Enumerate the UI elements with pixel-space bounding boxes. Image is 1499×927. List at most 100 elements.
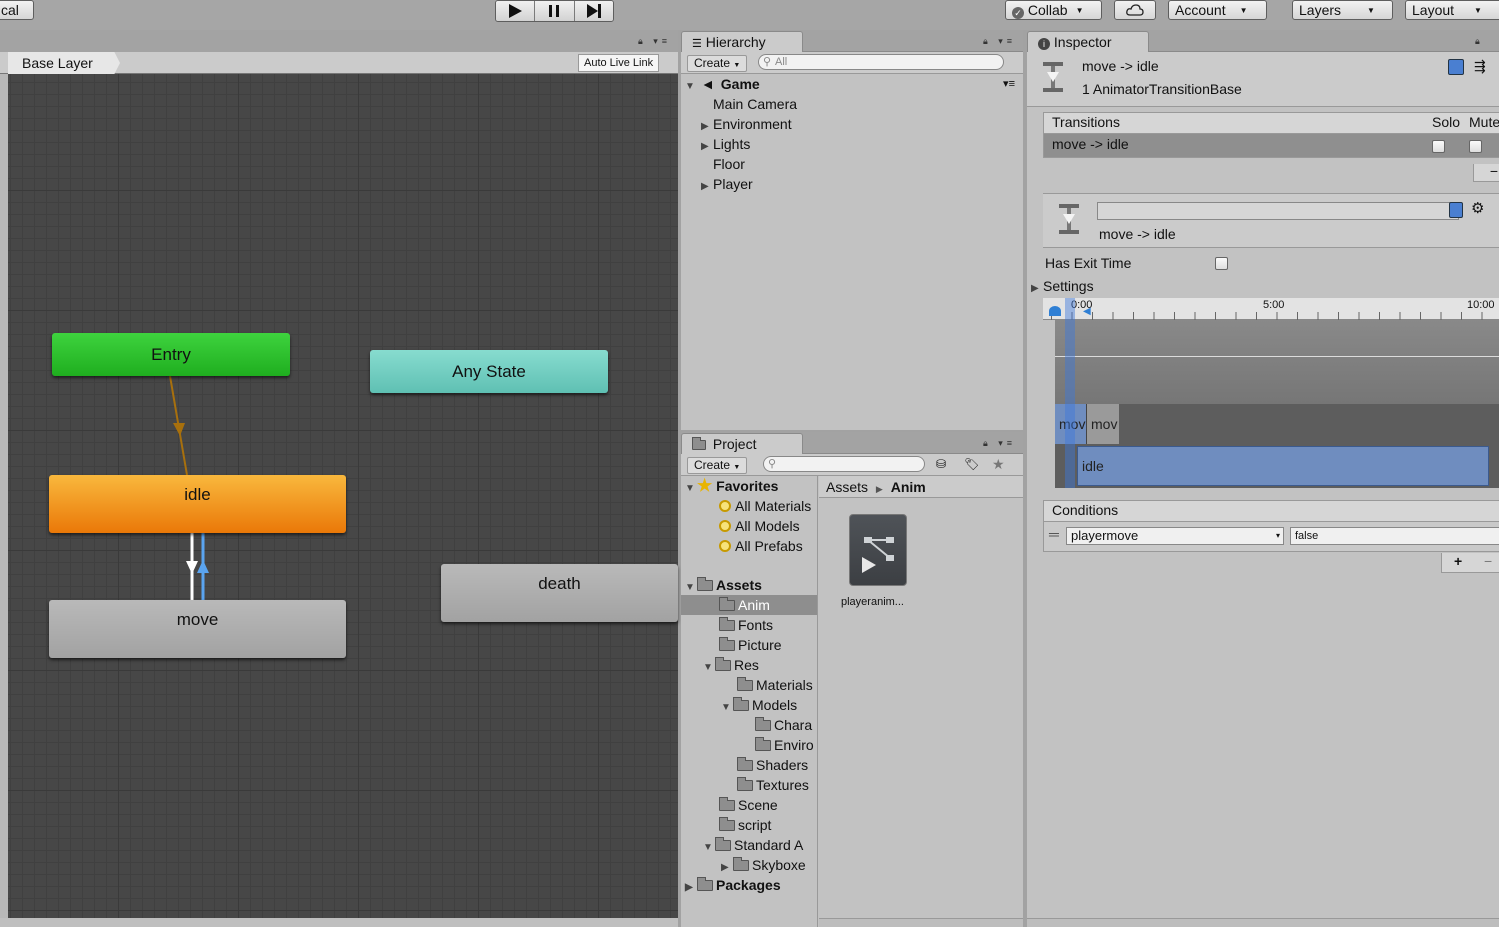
project-subbar: Create ▼ ⚲ ⛁ 🏷︎ ★ [681, 454, 1023, 476]
expand-arrow-icon: ▶ [701, 181, 709, 192]
has-exit-time-checkbox[interactable] [1215, 257, 1228, 270]
transition-timeline[interactable]: 0:00 5:00 10:00 ◀ mov mov idle [1043, 298, 1499, 488]
layout-dropdown[interactable]: Layout ▼ [1405, 0, 1499, 20]
asset-file-name[interactable]: playeranim... [841, 592, 904, 612]
clip-label: idle [1082, 458, 1104, 474]
folder-item-anim[interactable]: Anim [681, 595, 817, 615]
star-icon[interactable]: ★ [992, 456, 1005, 473]
folder-item[interactable]: Fonts [719, 615, 773, 635]
hierarchy-item-floor[interactable]: Floor [701, 154, 745, 174]
expand-arrow-icon: ▶ [685, 882, 693, 893]
add-condition-button[interactable]: + [1454, 553, 1462, 569]
favorite-label: All Materials [735, 498, 812, 514]
layers-dropdown[interactable]: Layers ▼ [1292, 0, 1393, 20]
expand-arrow-icon: ▼ [703, 842, 713, 853]
marker-end-icon[interactable]: ◀ [1083, 306, 1091, 317]
help-book-icon[interactable] [1449, 202, 1463, 218]
folder-label: Scene [738, 797, 778, 813]
folder-item[interactable]: Scene [719, 795, 778, 815]
lock-icon[interactable]: 🔒︎ ▾≡ [983, 438, 1016, 449]
cloud-icon [1126, 4, 1144, 16]
favorite-item[interactable]: All Materials [719, 496, 811, 516]
folder-item[interactable]: script [719, 815, 771, 835]
filter-type-icon[interactable]: ⛁ [936, 457, 946, 471]
condition-parameter-dropdown[interactable]: playermove ▾ [1066, 527, 1284, 545]
mute-checkbox[interactable] [1469, 140, 1482, 153]
folder-item[interactable]: ▼ Standard A [703, 835, 803, 855]
lock-icon[interactable]: 🔒︎ [1475, 36, 1484, 47]
marker-start-icon[interactable] [1049, 306, 1061, 316]
hierarchy-item-environment[interactable]: ▶ Environment [701, 114, 792, 134]
remove-condition-button[interactable]: − [1484, 553, 1492, 569]
project-create-button[interactable]: Create ▼ [687, 457, 748, 474]
hierarchy-subbar: Create ▼ ⚲ All [681, 52, 1023, 74]
cloud-button[interactable] [1114, 0, 1156, 20]
lock-icon[interactable]: 🔒︎ ▾≡ [983, 36, 1016, 47]
folder-icon [737, 677, 753, 691]
hierarchy-create-button[interactable]: Create ▼ [687, 55, 748, 72]
menu-icon[interactable]: ▾≡ [1003, 74, 1015, 94]
solo-label: Solo [1432, 114, 1461, 130]
folder-icon [755, 717, 771, 731]
folder-icon [719, 637, 735, 651]
folder-item[interactable]: Chara [755, 715, 812, 735]
folder-icon [719, 797, 735, 811]
help-book-icon[interactable] [1448, 59, 1464, 75]
chevron-down-icon: ▼ [733, 464, 741, 471]
folder-item[interactable]: Enviro [755, 735, 814, 755]
remove-transition-button[interactable]: − [1473, 164, 1499, 182]
tab-inspector[interactable]: i Inspector [1027, 31, 1149, 53]
favorites-row[interactable]: ▼ ★ Favorites [685, 476, 778, 496]
state-move[interactable]: move [49, 600, 346, 658]
target-clip[interactable]: idle [1077, 446, 1489, 486]
favorite-item[interactable]: All Models [719, 516, 800, 536]
state-any-state[interactable]: Any State [370, 350, 608, 393]
state-idle[interactable]: idle [49, 475, 346, 533]
folder-item[interactable]: Textures [737, 775, 809, 795]
inspector-window: i Inspector 🔒︎ move -> idle 1 AnimatorTr… [1027, 30, 1499, 927]
assets-row[interactable]: ▼ Assets [685, 575, 762, 595]
hierarchy-item-player[interactable]: ▶ Player [701, 174, 753, 194]
path-current[interactable]: Anim [891, 479, 926, 495]
folder-item[interactable]: ▼ Res [703, 655, 759, 675]
source-clip-repeat[interactable]: mov [1087, 404, 1119, 444]
hierarchy-item-lights[interactable]: ▶ Lights [701, 134, 750, 154]
search-placeholder: All [775, 56, 788, 68]
collab-button[interactable]: ✓ Collab ▼ [1005, 0, 1102, 20]
condition-value-dropdown[interactable]: false ⇕ [1290, 527, 1499, 545]
project-tabbar: Project 🔒︎ ▾≡ [681, 432, 1023, 455]
ruler-ticks [1043, 312, 1499, 320]
folder-item[interactable]: ▶ Skyboxe [721, 855, 806, 875]
favorite-item[interactable]: All Prefabs [719, 536, 803, 556]
tab-hierarchy[interactable]: ☰ Hierarchy [681, 31, 803, 53]
arrow-head-icon [197, 560, 209, 573]
animator-controller-asset[interactable] [849, 514, 907, 586]
transition-name-field[interactable] [1097, 202, 1459, 220]
state-death[interactable]: death [441, 564, 678, 622]
folder-item[interactable]: Picture [719, 635, 782, 655]
solo-checkbox[interactable] [1432, 140, 1445, 153]
preset-icon[interactable]: ⇶ [1474, 58, 1486, 75]
transition-row[interactable]: move -> idle [1043, 134, 1499, 158]
filter-label-icon[interactable]: 🏷︎ [964, 457, 979, 471]
hierarchy-item-main-camera[interactable]: Main Camera [701, 94, 797, 114]
hierarchy-search-input[interactable]: ⚲ All [758, 54, 1004, 70]
folder-item[interactable]: ▼ Models [721, 695, 797, 715]
scene-row[interactable]: ▼ ◄ Game ▾≡ [685, 74, 1021, 94]
folder-item[interactable]: Shaders [737, 755, 808, 775]
state-entry[interactable]: Entry [52, 333, 290, 376]
gear-icon[interactable]: ⚙ [1471, 199, 1484, 217]
account-dropdown[interactable]: Account ▼ [1168, 0, 1267, 20]
settings-foldout[interactable]: ▶ Settings [1031, 276, 1094, 296]
path-bar: Assets ▶ Anim [819, 476, 1023, 498]
folder-icon [755, 737, 771, 751]
folder-item[interactable]: Materials [737, 675, 813, 695]
drag-handle-icon[interactable]: ═ [1049, 526, 1059, 542]
tab-project[interactable]: Project [681, 433, 803, 455]
project-search-input[interactable]: ⚲ [763, 456, 925, 472]
transition-overlap-region[interactable] [1065, 298, 1075, 488]
folder-icon [737, 757, 753, 771]
folder-label: Fonts [738, 617, 774, 633]
packages-row[interactable]: ▶ Packages [685, 875, 781, 895]
path-root[interactable]: Assets [826, 479, 868, 495]
